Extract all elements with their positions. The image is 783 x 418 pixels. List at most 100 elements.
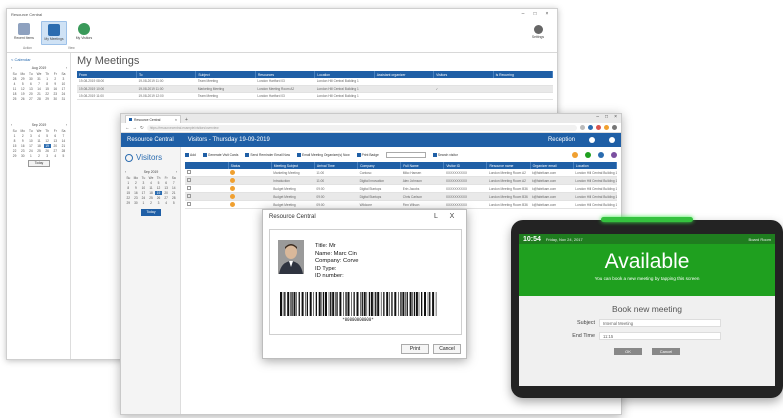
column-header[interactable]: Visitor ID [443, 162, 488, 169]
calendar-day[interactable]: 18 [35, 144, 42, 148]
calendar-day[interactable]: 20 [52, 144, 59, 148]
calendar-day[interactable]: 30 [52, 97, 59, 101]
calendar-day[interactable]: 18 [148, 191, 155, 195]
calendar-day[interactable]: 25 [11, 97, 18, 101]
calendar-day[interactable]: 4 [35, 134, 42, 138]
calendar-day[interactable]: 27 [52, 149, 59, 153]
calendar-day[interactable]: 21 [60, 144, 67, 148]
status-icon-departed[interactable] [611, 152, 617, 158]
calendar-day[interactable]: 31 [60, 97, 67, 101]
calendar-day[interactable]: 21 [35, 92, 42, 96]
maximize-button[interactable]: □ [529, 11, 541, 17]
calendar-day[interactable]: 28 [170, 196, 177, 200]
today-button[interactable]: Today [28, 160, 50, 167]
ok-button[interactable]: OK [614, 348, 642, 355]
calendar-day[interactable]: 26 [155, 196, 162, 200]
maximize-button[interactable]: □ [605, 114, 608, 120]
calendar-day[interactable]: 2 [19, 134, 26, 138]
calendar-link[interactable]: < Calendar [11, 57, 66, 62]
minimize-button[interactable]: – [596, 114, 599, 120]
settings-button[interactable]: Settings [525, 23, 551, 47]
calendar-day[interactable]: 14 [60, 139, 67, 143]
cancel-button[interactable]: Cancel [433, 344, 461, 354]
close-button[interactable]: × [614, 114, 617, 120]
dialog-minimize-button[interactable]: L [428, 213, 444, 220]
calendar-day[interactable]: 20 [163, 191, 170, 195]
calendar-day[interactable]: 23 [52, 92, 59, 96]
column-header[interactable]: Organizer email [530, 162, 574, 169]
calendar-day[interactable]: 23 [19, 149, 26, 153]
search-input[interactable] [385, 152, 426, 158]
row-checkbox[interactable] [185, 184, 229, 193]
calendar-day[interactable]: 2 [52, 77, 59, 81]
calendar-day[interactable]: 30 [27, 77, 34, 81]
calendar-day[interactable]: 23 [133, 196, 140, 200]
close-tab-icon[interactable]: × [175, 118, 177, 122]
column-header[interactable]: Meeting Subject [271, 162, 315, 169]
calendar-day[interactable]: 4 [11, 82, 18, 86]
next-month-icon[interactable]: › [176, 170, 177, 174]
row-checkbox[interactable] [185, 176, 229, 185]
month-calendar[interactable]: ‹ Sep 2019 › Su Mo Tu We Th Fr Sa 1 2 3 4 5 6 7 8 9 10 11 12… [125, 170, 177, 216]
calendar-day[interactable]: 15 [44, 87, 51, 91]
calendar-day[interactable]: 31 [35, 77, 42, 81]
column-header[interactable]: To [136, 71, 197, 78]
calendar-day[interactable]: 28 [11, 77, 18, 81]
availability-panel[interactable]: Available You can book a new meeting by … [519, 244, 775, 296]
calendar-day[interactable]: 11 [35, 139, 42, 143]
calendar-day[interactable]: 5 [60, 154, 67, 158]
checkbox-icon[interactable] [187, 178, 191, 182]
calendar-day[interactable]: 13 [163, 186, 170, 190]
calendar-day[interactable]: 19 [43, 144, 51, 148]
checkbox-icon[interactable] [187, 186, 191, 190]
extension-icon[interactable] [604, 125, 609, 130]
calendar-day[interactable]: 25 [148, 196, 155, 200]
calendar-day[interactable]: 26 [19, 97, 26, 101]
table-row[interactable]: 19-08-2019 11:00 19-08-2019 12:00 Team Mee… [77, 92, 553, 100]
extension-icon[interactable] [588, 125, 593, 130]
calendar-day[interactable]: 1 [44, 77, 51, 81]
calendar-day[interactable]: 27 [27, 97, 34, 101]
calendar-day[interactable]: 4 [148, 181, 155, 185]
calendar-day[interactable]: 9 [133, 186, 140, 190]
generate-cards-button[interactable]: Generate Visit Cards [202, 153, 238, 157]
calendar-day[interactable]: 30 [19, 154, 26, 158]
calendar-day[interactable]: 20 [27, 92, 34, 96]
status-icon-arrived[interactable] [585, 152, 591, 158]
user-icon[interactable] [609, 137, 615, 143]
calendar-day[interactable]: 10 [27, 139, 34, 143]
column-header[interactable]: Is Recurring [493, 71, 554, 78]
table-row[interactable]: 19-08-2019 08:00 19-08-2019 11:00 Team Mee… [77, 78, 553, 86]
add-button[interactable]: Add [185, 153, 196, 157]
search-visitor-button[interactable]: Search visitor [432, 153, 458, 157]
calendar-day[interactable]: 15 [125, 191, 132, 195]
calendar-day[interactable]: 3 [155, 201, 162, 205]
send-reminder-button[interactable]: Send Reminder Email Now [245, 153, 290, 157]
calendar-day[interactable]: 13 [27, 87, 34, 91]
column-header[interactable]: Subject [195, 71, 256, 78]
calendar-day[interactable]: 17 [60, 87, 67, 91]
calendar-day[interactable]: 4 [52, 154, 59, 158]
checkbox-icon[interactable] [187, 202, 191, 206]
prev-month-icon[interactable]: ‹ [11, 66, 12, 70]
calendar-day[interactable]: 5 [44, 134, 51, 138]
menu-icon[interactable] [612, 125, 617, 130]
table-row[interactable]: Introduction 11:00 Digital Innovation Alex … [185, 176, 617, 185]
month-calendar-sep[interactable]: ‹ Sep 2019 › Su Mo Tu We Th Fr Sa 1 2 3 4 5 6 7 8 9 10 11 12… [11, 123, 67, 167]
calendar-day[interactable]: 2 [133, 181, 140, 185]
today-button[interactable]: Today [141, 209, 161, 216]
calendar-day[interactable]: 8 [44, 82, 51, 86]
column-header[interactable]: Arrival Time [314, 162, 359, 169]
email-organizer-button[interactable]: Email Meeting Organizer(s) Now [297, 153, 350, 157]
star-icon[interactable] [580, 125, 585, 130]
column-header[interactable]: Resource name [486, 162, 531, 169]
calendar-day[interactable]: 15 [11, 144, 18, 148]
calendar-day[interactable]: 1 [11, 134, 18, 138]
calendar-day[interactable]: 16 [19, 144, 26, 148]
calendar-day[interactable]: 1 [140, 201, 147, 205]
calendar-day[interactable]: 13 [52, 139, 59, 143]
calendar-day[interactable]: 12 [155, 186, 162, 190]
url-input[interactable]: https://resourcecentral.example/visitors… [146, 124, 577, 131]
calendar-day[interactable]: 7 [60, 134, 67, 138]
month-calendar-aug[interactable]: ‹ Aug 2019 › Su Mo Tu We Th Fr Sa 28 29 30 31 1 2 3 4 5 6 7… [11, 66, 67, 101]
